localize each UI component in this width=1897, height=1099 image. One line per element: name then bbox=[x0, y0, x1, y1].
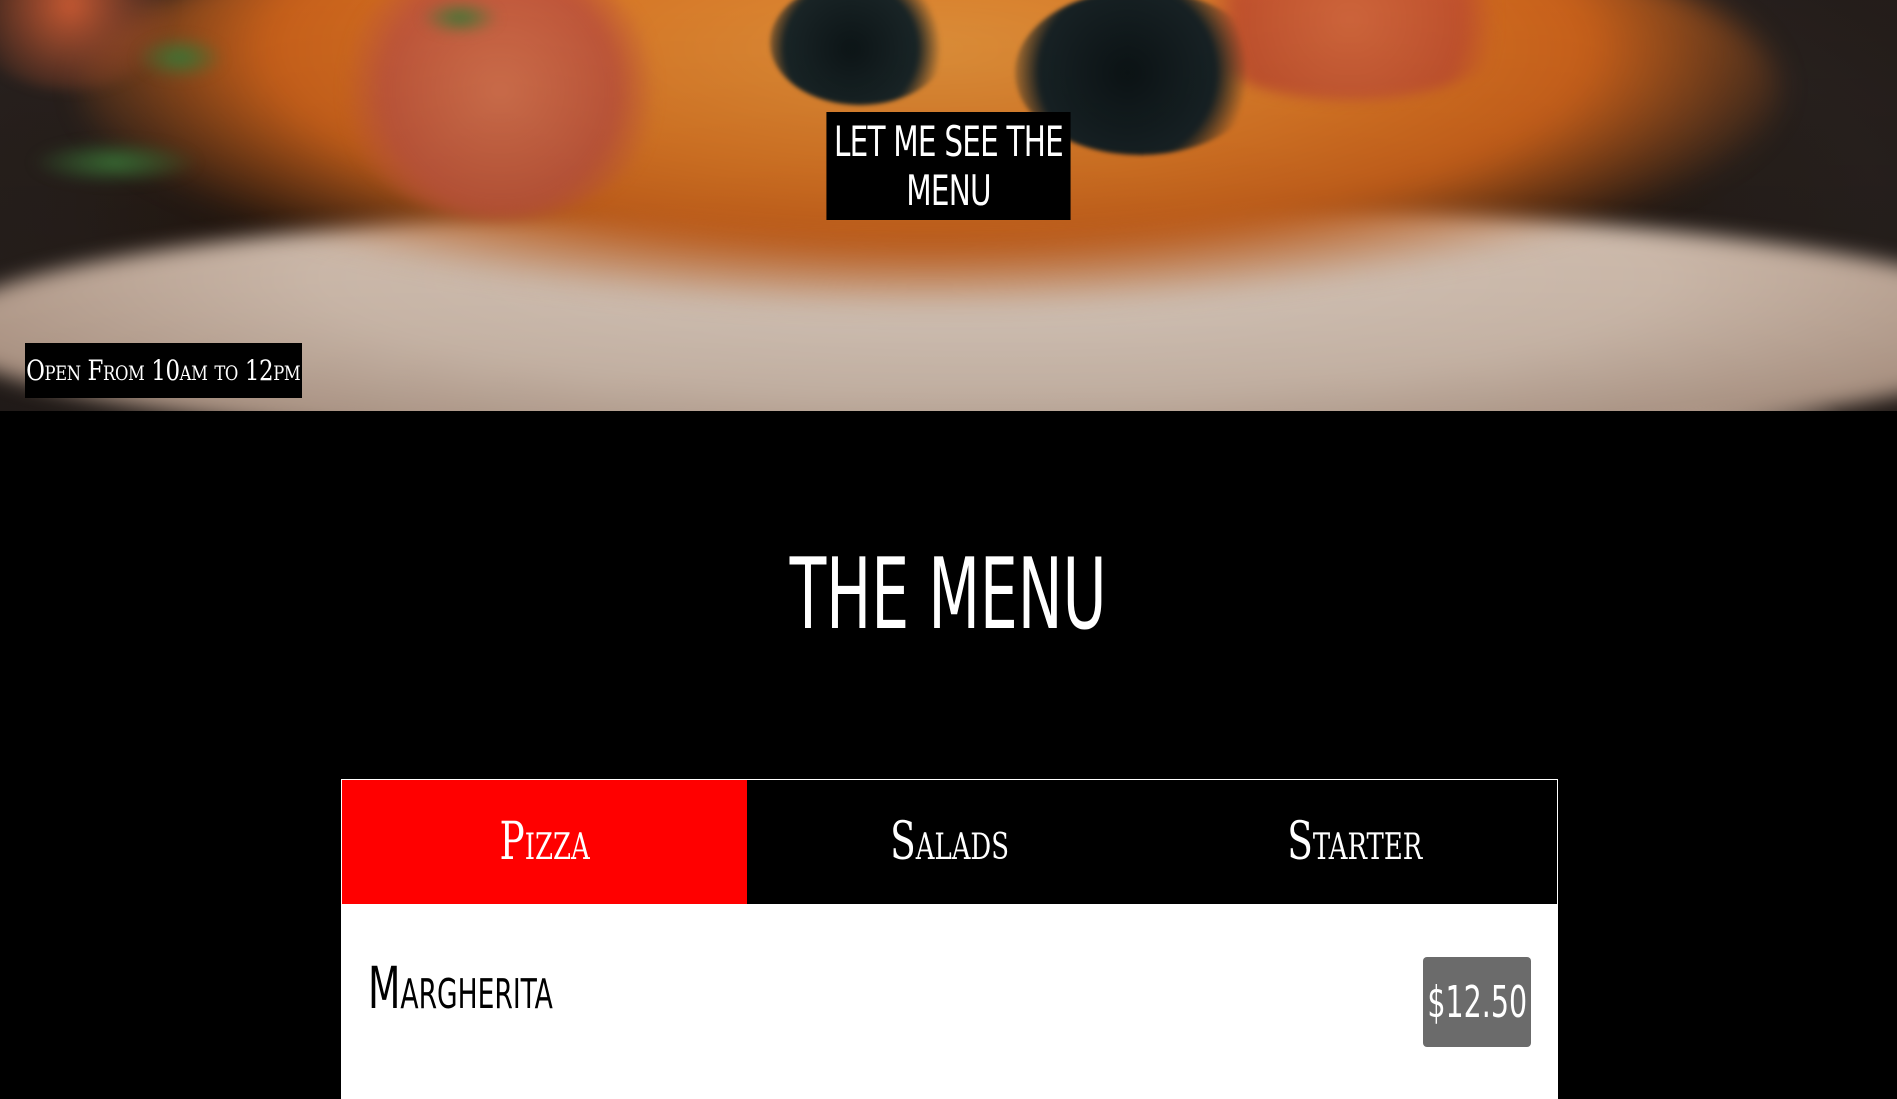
see-menu-button[interactable]: Let me see the menu bbox=[826, 112, 1071, 220]
menu-tabs: Pizza Salads Starter bbox=[342, 780, 1557, 904]
menu-card: Pizza Salads Starter Margherita $12.50 bbox=[341, 779, 1558, 1099]
menu-section: The Menu Pizza Salads Starter Margherita… bbox=[0, 411, 1897, 1099]
tab-label: Starter bbox=[1286, 812, 1423, 872]
tab-label: Salads bbox=[890, 812, 1009, 872]
menu-item: Margherita $12.50 bbox=[342, 904, 1557, 1099]
menu-item-name: Margherita bbox=[368, 954, 553, 1022]
menu-item-price: $12.50 bbox=[1427, 976, 1527, 1028]
tab-label: Pizza bbox=[499, 812, 590, 872]
tab-pizza[interactable]: Pizza bbox=[342, 780, 747, 904]
tab-salads[interactable]: Salads bbox=[747, 780, 1152, 904]
menu-item-price-badge: $12.50 bbox=[1423, 957, 1531, 1047]
opening-hours-text: Open From 10am to 12pm bbox=[26, 354, 301, 387]
opening-hours-badge: Open From 10am to 12pm bbox=[25, 343, 302, 398]
hero-banner: Let me see the menu Open From 10am to 12… bbox=[0, 0, 1897, 411]
menu-title: The Menu bbox=[0, 546, 1897, 644]
see-menu-button-label: Let me see the menu bbox=[834, 117, 1064, 215]
tab-starter[interactable]: Starter bbox=[1152, 780, 1557, 904]
menu-title-text: The Menu bbox=[790, 538, 1107, 652]
